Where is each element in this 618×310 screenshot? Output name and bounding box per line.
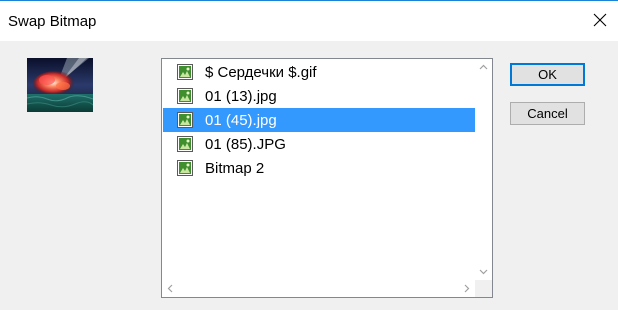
bitmap-file-icon [177,112,193,128]
list-item[interactable]: 01 (13).jpg [163,84,475,108]
title-bar[interactable]: Swap Bitmap [0,1,618,41]
preview-image [27,58,93,112]
list-item-label: Bitmap 2 [205,159,265,177]
close-button[interactable] [582,2,618,38]
list-item-label: 01 (85).JPG [205,135,286,153]
scroll-up-button[interactable] [475,59,492,76]
ok-button[interactable]: OK [510,63,585,86]
bitmap-file-icon [177,136,193,152]
list-item[interactable]: $ Сердечки $.gif [163,60,475,84]
list-item-label: 01 (45).jpg [205,111,277,129]
horizontal-scrollbar[interactable] [162,280,475,297]
list-item-label: $ Сердечки $.gif [205,63,317,81]
bitmap-file-icon [177,160,193,176]
list-item[interactable]: 01 (85).JPG [163,132,475,156]
list-item[interactable]: 01 (45).jpg [163,108,475,132]
scroll-down-button[interactable] [475,263,492,280]
scroll-right-button[interactable] [458,280,475,297]
vertical-scrollbar[interactable] [475,59,492,280]
chevron-up-icon [479,64,488,70]
window-title: Swap Bitmap [8,13,97,30]
bitmap-preview [27,58,93,112]
list-item[interactable]: Bitmap 2 [163,156,475,180]
scroll-left-button[interactable] [162,280,179,297]
dialog-body: $ Сердечки $.gif 01 (13).jpg 01 (45).jpg… [0,41,618,310]
cancel-button[interactable]: Cancel [510,102,585,125]
chevron-down-icon [479,269,488,275]
bitmap-list: $ Сердечки $.gif 01 (13).jpg 01 (45).jpg… [163,60,475,280]
chevron-left-icon [167,284,173,293]
bitmap-file-icon [177,64,193,80]
chevron-right-icon [464,284,470,293]
list-item-label: 01 (13).jpg [205,87,277,105]
bitmap-file-icon [177,88,193,104]
close-icon [593,13,607,27]
bitmap-listbox[interactable]: $ Сердечки $.gif 01 (13).jpg 01 (45).jpg… [161,58,493,298]
scrollbar-corner [475,280,492,297]
